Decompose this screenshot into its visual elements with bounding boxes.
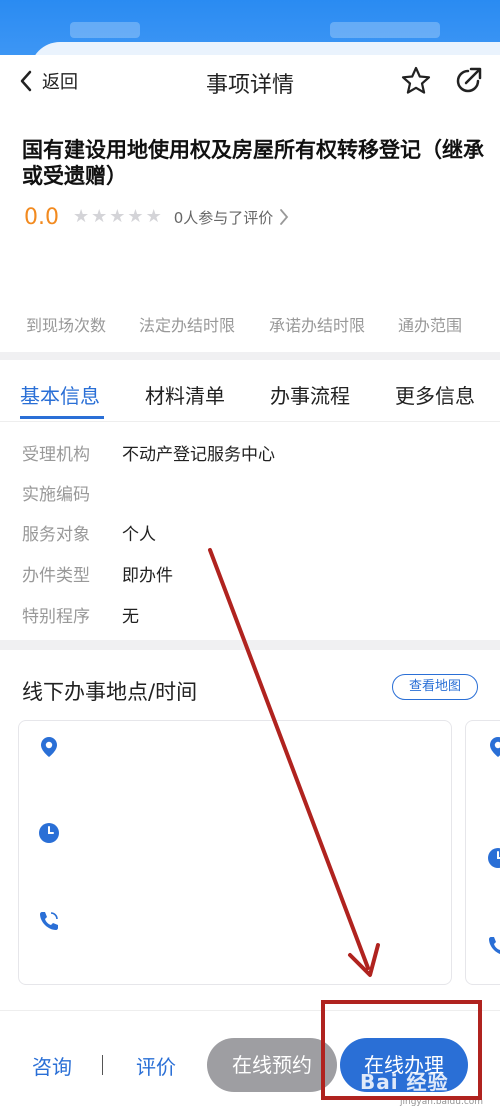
- annotation-highlight-box: [321, 1000, 482, 1100]
- tab-bar: 基本信息 材料清单 办事流程 更多信息: [0, 360, 500, 422]
- online-appointment-button[interactable]: 在线预约: [207, 1038, 337, 1092]
- status-wave: [30, 42, 500, 55]
- status-bar: [0, 0, 500, 55]
- info-key: 实施编码: [22, 485, 90, 505]
- item-title: 国有建设用地使用权及房屋所有权转移登记（继承或受遗赠）: [22, 138, 484, 188]
- location-title: 线下办事地点/时间: [22, 680, 198, 704]
- active-tab-indicator: [20, 416, 104, 419]
- location-item[interactable]: [18, 720, 452, 985]
- status-blur-left: [70, 22, 140, 38]
- info-row: 实施编码: [22, 480, 122, 505]
- info-key: 办件类型: [22, 566, 90, 586]
- location-card: 线下办事地点/时间 查看地图: [0, 650, 500, 1010]
- info-key: 服务对象: [22, 525, 90, 545]
- star-rating-icon: ★: [91, 206, 108, 227]
- review-link[interactable]: 评价: [136, 1051, 176, 1080]
- location-pin-icon: [41, 737, 57, 757]
- phone-icon: [40, 912, 58, 930]
- rating-stars: ★ ★ ★ ★ ★: [73, 208, 162, 226]
- info-value: 不动产登记服务中心: [122, 445, 275, 465]
- chevron-right-icon: [280, 209, 289, 225]
- star-rating-icon: ★: [127, 206, 144, 227]
- stat-scope-label: 通办范围: [398, 316, 463, 335]
- view-map-button[interactable]: 查看地图: [392, 674, 478, 700]
- stat-promise-limit-label: 承诺办结时限: [269, 316, 366, 335]
- info-key: 特别程序: [22, 607, 90, 627]
- divider: [102, 1055, 103, 1075]
- info-row: 特别程序 无: [22, 602, 139, 627]
- nav-bar: 返回 事项详情: [0, 55, 500, 107]
- stat-visits-label: 到现场次数: [26, 316, 107, 335]
- clock-icon: [39, 823, 59, 843]
- star-rating-icon: ★: [109, 206, 126, 227]
- star-rating-icon: ★: [145, 206, 162, 227]
- tab-materials[interactable]: 材料清单: [145, 380, 225, 409]
- info-row: 办件类型 即办件: [22, 561, 173, 586]
- info-value: 无: [122, 607, 139, 627]
- phone-icon: [489, 937, 500, 954]
- location-item[interactable]: [465, 720, 500, 985]
- tab-basic-info[interactable]: 基本信息: [20, 380, 100, 409]
- location-pin-icon: [490, 737, 500, 757]
- status-blur-right: [330, 22, 440, 38]
- basic-info-card: 基本信息 材料清单 办事流程 更多信息 受理机构 不动产登记服务中心 实施编码 …: [0, 360, 500, 640]
- star-rating-icon: ★: [73, 206, 90, 227]
- tab-process[interactable]: 办事流程: [270, 380, 350, 409]
- item-header-card: 国有建设用地使用权及房屋所有权转移登记（继承或受遗赠） 0.0 ★ ★ ★ ★ …: [0, 107, 500, 352]
- tab-more-info[interactable]: 更多信息: [395, 380, 475, 409]
- clock-icon: [488, 848, 500, 868]
- rating-row[interactable]: 0.0 ★ ★ ★ ★ ★ 0人参与了评价: [24, 202, 289, 232]
- info-value: 个人: [122, 525, 156, 545]
- info-row: 服务对象 个人: [22, 520, 156, 545]
- info-key: 受理机构: [22, 445, 90, 465]
- share-icon[interactable]: [452, 65, 484, 97]
- rating-count: 0人参与了评价: [173, 208, 274, 227]
- info-row: 受理机构 不动产登记服务中心: [22, 440, 275, 465]
- star-icon[interactable]: [400, 65, 432, 97]
- consult-link[interactable]: 咨询: [32, 1051, 72, 1080]
- rating-score: 0.0: [24, 204, 59, 230]
- stat-legal-limit-label: 法定办结时限: [139, 316, 236, 335]
- info-value: 即办件: [122, 566, 173, 586]
